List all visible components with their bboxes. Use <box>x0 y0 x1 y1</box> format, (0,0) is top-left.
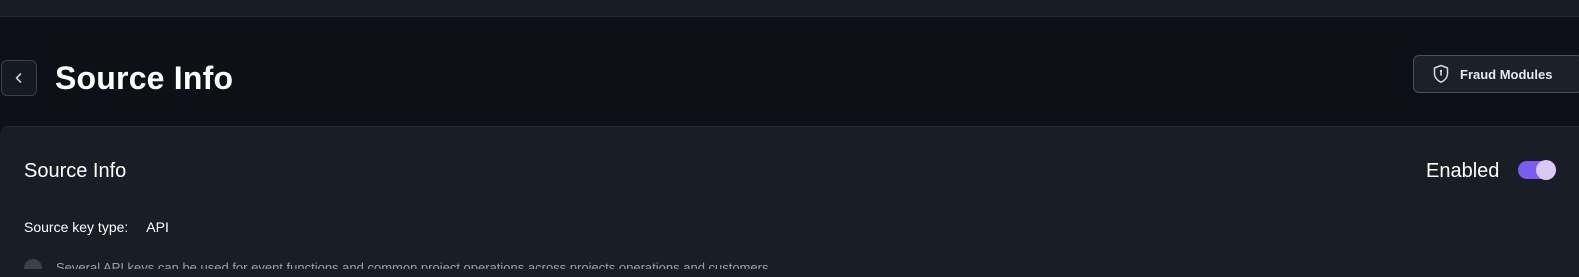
page-header: Source Info Fraud Modules <box>0 17 1579 127</box>
source-key-type-row: Source key type: API <box>24 218 169 236</box>
description-row: Several API keys can be used for event f… <box>24 259 769 269</box>
description-text: Several API keys can be used for event f… <box>56 260 769 269</box>
source-info-card: Source Info Enabled Source key type: API… <box>0 126 1579 277</box>
enabled-toggle[interactable] <box>1518 160 1556 180</box>
back-button[interactable] <box>1 60 37 96</box>
toggle-knob <box>1536 160 1556 180</box>
shield-icon <box>1433 64 1449 83</box>
page-title: Source Info <box>55 60 234 96</box>
card-title: Source Info <box>24 160 127 182</box>
top-bar <box>0 0 1579 17</box>
fraud-modules-label: Fraud Modules <box>1460 66 1553 82</box>
chevron-left-icon <box>15 73 22 83</box>
enabled-label: Enabled <box>1426 160 1500 182</box>
fraud-modules-button[interactable]: Fraud Modules <box>1413 55 1579 93</box>
info-icon <box>24 259 42 269</box>
source-key-type-label: Source key type: <box>24 219 129 235</box>
source-key-type-value: API <box>146 219 169 235</box>
